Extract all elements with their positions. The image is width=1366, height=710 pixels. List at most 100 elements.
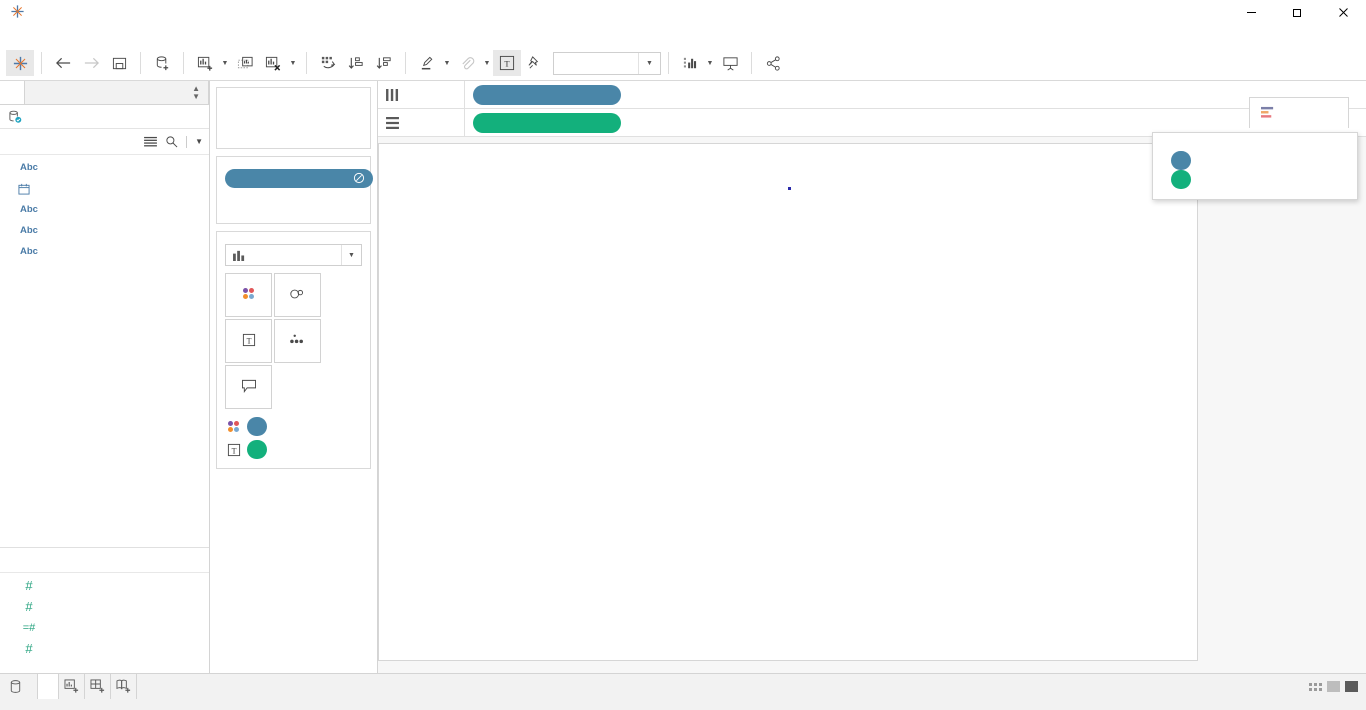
sheet-tab-sheet1[interactable] <box>38 674 59 699</box>
menu-window[interactable] <box>152 33 170 37</box>
stacked-bar-chart[interactable] <box>379 212 1197 660</box>
dimension-item-order-date[interactable] <box>0 178 209 199</box>
forward-icon[interactable] <box>77 50 105 76</box>
highlighter-icon[interactable] <box>413 50 441 76</box>
menu-file[interactable] <box>8 33 26 37</box>
rows-pill-sum-units[interactable] <box>473 112 621 133</box>
highlighter-caret-icon[interactable]: ▼ <box>441 50 453 76</box>
dimensions-header: ▼ <box>0 129 209 155</box>
swap-rows-columns-icon[interactable] <box>314 50 342 76</box>
menu-dashboard[interactable] <box>62 33 80 37</box>
svg-text:T: T <box>231 446 236 455</box>
dimensions-menu-caret-icon[interactable]: ▼ <box>195 137 203 146</box>
viz-canvas[interactable] <box>378 143 1198 661</box>
attach-caret-icon[interactable]: ▼ <box>481 50 493 76</box>
show-me-note <box>1153 141 1357 189</box>
tableau-home-icon[interactable] <box>6 50 34 76</box>
data-source-tab[interactable] <box>0 674 38 699</box>
fit-selector[interactable]: ▼ <box>553 51 661 75</box>
show-me-tab[interactable] <box>1249 97 1349 128</box>
menu-data[interactable] <box>26 33 44 37</box>
menu-story[interactable] <box>80 33 98 37</box>
tab-data[interactable] <box>0 81 24 104</box>
filters-card <box>216 156 373 224</box>
tab-analytics[interactable]: ▲ ▼ <box>24 81 209 104</box>
size-button[interactable] <box>274 273 321 317</box>
new-dashboard-tab-button[interactable] <box>85 674 111 699</box>
fix-axes-caret-icon[interactable]: ▼ <box>704 50 716 76</box>
measure-item-unit-price[interactable]: # <box>0 575 209 596</box>
new-story-tab-button[interactable] <box>111 674 137 699</box>
columns-shelf[interactable] <box>378 81 1366 109</box>
back-icon[interactable] <box>49 50 77 76</box>
marks-pill-sum-units[interactable] <box>247 440 267 459</box>
data-source-row[interactable] <box>0 105 209 129</box>
group-by-folder-icon[interactable] <box>144 136 157 147</box>
presentation-mode-icon[interactable] <box>716 50 744 76</box>
marks-pill-region-row[interactable] <box>225 417 362 436</box>
filter-pill-menu-icon[interactable] <box>353 172 365 184</box>
abc-icon: Abc <box>20 204 38 215</box>
show-me-req-dimensions <box>1165 151 1345 170</box>
new-data-source-icon[interactable] <box>148 50 176 76</box>
menu-format[interactable] <box>134 33 152 37</box>
close-button[interactable] <box>1320 0 1366 24</box>
dimension-item-item[interactable]: Abc <box>0 157 209 178</box>
minimize-button[interactable] <box>1228 0 1274 24</box>
label-button[interactable]: T <box>225 319 272 363</box>
clear-sheet-caret-icon[interactable]: ▼ <box>287 50 299 76</box>
menu-worksheet[interactable] <box>44 33 62 37</box>
menu-analysis[interactable] <box>98 33 116 37</box>
svg-text:T: T <box>246 336 251 345</box>
fit-indicator-icon <box>1327 681 1340 692</box>
bottom-bar <box>0 673 1366 710</box>
mark-type-caret-icon[interactable]: ▼ <box>341 245 361 265</box>
marks-pill-sum-units-row[interactable]: T <box>225 440 362 459</box>
new-worksheet-caret-icon[interactable]: ▼ <box>219 50 231 76</box>
attach-icon[interactable] <box>453 50 481 76</box>
abc-icon: Abc <box>20 225 38 236</box>
bar-mark-icon <box>232 249 247 261</box>
number-icon: # <box>25 641 33 656</box>
measure-item-number-of-records[interactable]: =# <box>0 617 209 638</box>
columns-pill-item[interactable] <box>473 84 621 105</box>
columns-shelf-label-group <box>378 88 464 101</box>
fit-caret-icon[interactable]: ▼ <box>638 52 660 74</box>
columns-dropzone[interactable] <box>464 81 1366 108</box>
duplicate-sheet-icon[interactable] <box>231 50 259 76</box>
dimensions-list: Abc Abc Abc Abc <box>0 155 209 262</box>
sort-descending-icon[interactable] <box>370 50 398 76</box>
data-pane-spacer <box>0 262 209 547</box>
detail-button[interactable] <box>274 319 321 363</box>
new-worksheet-icon[interactable] <box>191 50 219 76</box>
dimension-item-rep[interactable]: Abc <box>0 220 209 241</box>
menu-help[interactable] <box>170 33 188 37</box>
measure-item-units[interactable]: # <box>0 596 209 617</box>
pin-icon[interactable] <box>521 50 549 76</box>
toolbar-divider <box>668 52 669 74</box>
filters-shelf[interactable] <box>217 167 373 188</box>
color-button[interactable] <box>225 273 272 317</box>
resize-handle-icon[interactable]: ▲ ▼ <box>192 84 200 101</box>
measure-item-measure-values[interactable]: # <box>0 638 209 659</box>
fix-axes-icon[interactable] <box>676 50 704 76</box>
search-icon[interactable] <box>165 135 178 148</box>
filter-pill-exclusions[interactable] <box>225 168 373 188</box>
mark-type-selector[interactable]: ▼ <box>225 244 362 266</box>
save-icon[interactable] <box>105 50 133 76</box>
dimension-item-region[interactable]: Abc <box>0 199 209 220</box>
clear-sheet-icon[interactable] <box>259 50 287 76</box>
new-worksheet-tab-button[interactable] <box>59 674 85 699</box>
maximize-button[interactable] <box>1274 0 1320 24</box>
tooltip-button[interactable] <box>225 365 272 409</box>
share-icon[interactable] <box>759 50 787 76</box>
color-dots-icon <box>225 418 242 435</box>
marks-pill-region[interactable] <box>247 417 267 436</box>
show-mark-labels-icon[interactable]: T <box>493 50 521 76</box>
filters-title <box>217 157 370 167</box>
marks-pills: T <box>217 409 370 459</box>
dimension-item-measure-names[interactable]: Abc <box>0 241 209 262</box>
sort-ascending-icon[interactable] <box>342 50 370 76</box>
menu-map[interactable] <box>116 33 134 37</box>
pages-title <box>217 88 370 98</box>
